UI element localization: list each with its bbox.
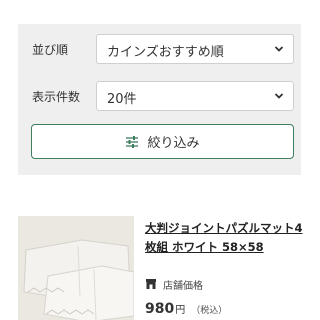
price-tax-note: （税込） (191, 306, 228, 316)
price-value: 980 (145, 301, 175, 317)
store-icon (146, 279, 156, 289)
store-price-row: 店舗価格 (145, 277, 203, 292)
search-options-panel: 並び順 カインズおすすめ順 表示件数 20件 絞り込み (18, 24, 301, 175)
product-title-link[interactable]: 大判ジョイントパズルマット4枚組 ホワイト 58×58 (145, 219, 313, 257)
sort-label: 並び順 (32, 43, 69, 57)
price-row: 980 円 （税込） (145, 301, 227, 317)
chevron-down-icon (274, 46, 284, 52)
sort-row: 並び順 カインズおすすめ順 (18, 34, 301, 64)
count-row: 表示件数 20件 (18, 81, 301, 111)
product-thumbnail[interactable] (18, 216, 134, 320)
store-price-label: 店舗価格 (163, 280, 203, 292)
price-unit: 円 (175, 305, 186, 316)
count-select[interactable]: 20件 (96, 81, 294, 111)
sliders-icon (126, 135, 139, 148)
chevron-down-icon (274, 93, 284, 99)
sort-select-value: カインズおすすめ順 (107, 45, 224, 60)
filter-button[interactable]: 絞り込み (31, 124, 294, 159)
filter-button-label: 絞り込み (147, 136, 200, 151)
count-label: 表示件数 (32, 90, 81, 104)
count-select-value: 20件 (107, 92, 137, 107)
filter-button-content: 絞り込み (32, 125, 293, 158)
sort-select[interactable]: カインズおすすめ順 (96, 34, 294, 64)
product-list-item: 大判ジョイントパズルマット4枚組 ホワイト 58×58 店舗価格 980 円 （… (0, 208, 320, 320)
product-image (18, 216, 134, 320)
